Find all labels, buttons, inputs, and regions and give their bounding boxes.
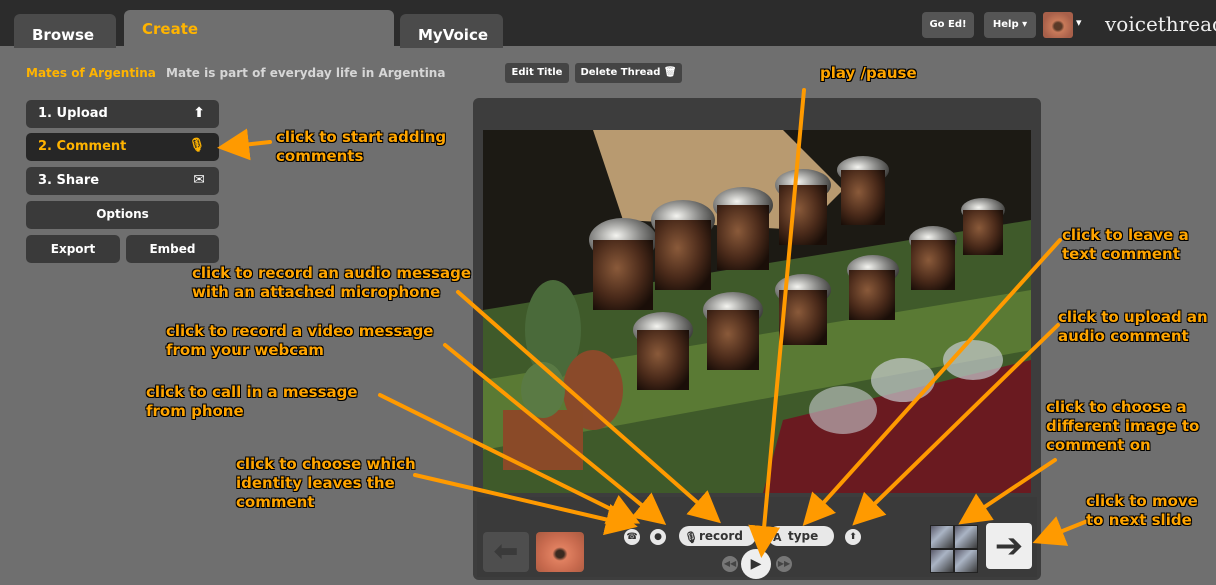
upload-icon: ⬆ xyxy=(193,105,205,121)
annotation-identity: click to choose which identity leaves th… xyxy=(236,455,416,512)
annotation-start-comments: click to start adding comments xyxy=(276,128,446,166)
fast-forward-icon[interactable]: ▶▶ xyxy=(776,556,792,572)
annotation-line: identity leaves the xyxy=(236,474,395,492)
thread-description: Mate is part of everyday life in Argenti… xyxy=(166,66,446,80)
slide-image xyxy=(483,130,1031,493)
sidebar-item-upload[interactable]: 1. Upload ⬆ xyxy=(26,100,219,128)
sidebar-item-share[interactable]: 3. Share ✉ xyxy=(26,167,219,195)
options-button[interactable]: Options xyxy=(26,201,219,229)
annotation-line: comment on xyxy=(1046,436,1151,454)
annotation-line: click to record a video message xyxy=(166,322,434,340)
record-button[interactable]: 🎙 record xyxy=(679,526,756,546)
annotation-record-audio: click to record an audio message with an… xyxy=(192,264,471,302)
mate-cups-photo xyxy=(483,130,1031,493)
slide-thumbnails[interactable] xyxy=(930,525,978,573)
annotation-line: text comment xyxy=(1062,245,1180,263)
edit-title-button[interactable]: Edit Title xyxy=(505,63,569,83)
thread-name: Mates of Argentina xyxy=(26,66,156,80)
annotation-line: to next slide xyxy=(1086,511,1192,529)
annotation-next-slide: click to move to next slide xyxy=(1086,492,1198,530)
annotation-line: click to record an audio message xyxy=(192,264,472,282)
rewind-icon[interactable]: ◀◀ xyxy=(722,556,738,572)
thumbnail[interactable] xyxy=(931,526,953,548)
annotation-line: audio comment xyxy=(1058,327,1189,345)
annotation-different-image: click to choose a different image to com… xyxy=(1046,398,1199,455)
annotation-line: click to choose which xyxy=(236,455,416,473)
type-label: type xyxy=(788,529,819,543)
annotation-upload-audio: click to upload an audio comment xyxy=(1058,308,1208,346)
thread-title-row: Mates of Argentina Mate is part of every… xyxy=(26,66,445,80)
webcam-icon[interactable]: ● xyxy=(650,529,666,545)
user-avatar[interactable] xyxy=(1043,12,1073,38)
annotation-play-pause: play /pause xyxy=(820,64,917,82)
thumbnail[interactable] xyxy=(955,550,977,572)
sidebar-item-label: 1. Upload xyxy=(38,106,108,121)
annotation-call-in: click to call in a message from phone xyxy=(146,383,358,421)
next-slide-button[interactable]: ➔ xyxy=(986,523,1032,569)
sidebar-item-comment[interactable]: 2. Comment 🎙 xyxy=(26,133,219,161)
tab-myvoice[interactable]: MyVoice xyxy=(400,14,503,48)
annotation-text-comment: click to leave a text comment xyxy=(1062,226,1189,264)
identity-avatar[interactable] xyxy=(536,532,584,572)
embed-button[interactable]: Embed xyxy=(126,235,219,263)
annotation-record-video: click to record a video message from you… xyxy=(166,322,433,360)
annotation-line: comment xyxy=(236,493,315,511)
help-menu-button[interactable]: Help ▾ xyxy=(984,12,1036,38)
thumbnail[interactable] xyxy=(955,526,977,548)
annotation-line: click to choose a xyxy=(1046,398,1187,416)
annotation-line: from your webcam xyxy=(166,341,324,359)
type-comment-button[interactable]: A type xyxy=(768,526,834,546)
annotation-line: click to call in a message xyxy=(146,383,358,401)
microphone-icon: 🎙 xyxy=(188,138,205,153)
sidebar-item-label: 2. Comment xyxy=(38,139,127,154)
previous-slide-button[interactable]: ⬅ xyxy=(483,532,529,572)
voicethread-logo: voicethread xyxy=(1105,12,1216,36)
annotation-line: different image to xyxy=(1046,417,1200,435)
tab-create[interactable]: Create xyxy=(124,10,394,48)
export-button[interactable]: Export xyxy=(26,235,120,263)
delete-thread-button[interactable]: Delete Thread 🗑 xyxy=(575,63,682,83)
annotation-line: click to start adding xyxy=(276,128,447,146)
phone-icon[interactable]: ☎ xyxy=(624,529,640,545)
annotation-line: comments xyxy=(276,147,364,165)
annotation-line: click to leave a xyxy=(1062,226,1189,244)
annotation-line: click to move xyxy=(1086,492,1198,510)
thumbnail[interactable] xyxy=(931,550,953,572)
go-ed-button[interactable]: Go Ed! xyxy=(922,12,974,38)
annotation-line: click to upload an xyxy=(1058,308,1208,326)
annotation-line: with an attached microphone xyxy=(192,283,441,301)
chevron-down-icon[interactable]: ▾ xyxy=(1076,16,1082,29)
play-pause-button[interactable]: ▶ xyxy=(741,549,771,579)
tab-browse[interactable]: Browse xyxy=(14,14,116,48)
record-label: record xyxy=(699,529,743,543)
microphone-icon: 🎙 xyxy=(684,531,698,544)
annotation-line: from phone xyxy=(146,402,244,420)
upload-audio-icon[interactable]: ⬆ xyxy=(845,529,861,545)
text-icon: A xyxy=(773,531,782,544)
envelope-icon: ✉ xyxy=(193,172,205,188)
sidebar-item-label: 3. Share xyxy=(38,173,100,188)
